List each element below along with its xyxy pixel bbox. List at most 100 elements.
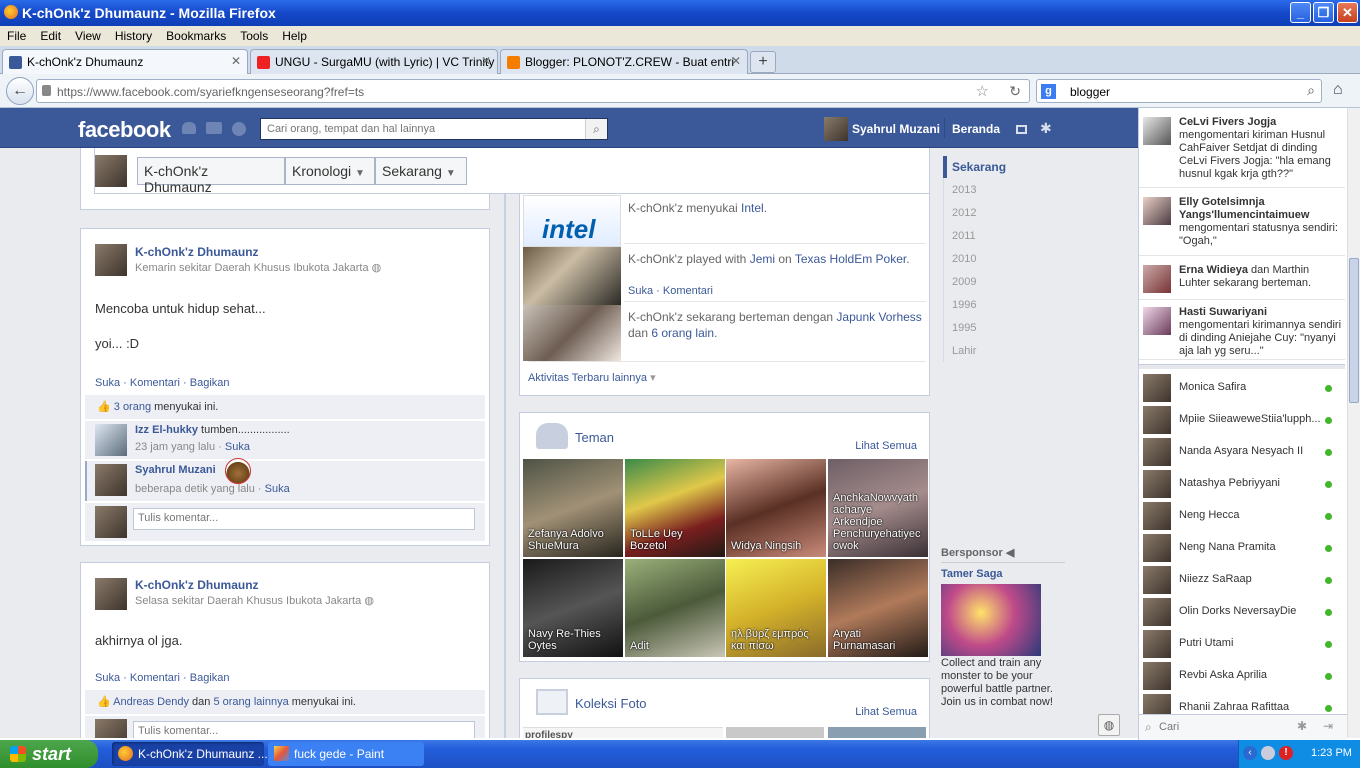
network-icon[interactable] (1261, 746, 1275, 760)
menu-bookmarks[interactable]: Bookmarks (159, 26, 233, 46)
friend-tile[interactable]: ToLLe Uey Bozetol (625, 459, 725, 557)
year-item[interactable]: Lahir (952, 345, 976, 357)
search-icon[interactable]: ⌕ (585, 119, 607, 139)
see-all-friends-link[interactable]: Lihat Semua (855, 440, 917, 452)
ticker-item[interactable]: Erna Widieya dan Marthin Luhter sekarang… (1139, 260, 1345, 300)
tab-youtube[interactable]: UNGU - SurgaMU (with Lyric) | VC Trinity… (250, 49, 498, 74)
period-dropdown[interactable]: Sekarang ▼ (375, 157, 467, 185)
intel-link[interactable]: Intel (741, 201, 764, 215)
tab-facebook[interactable]: K-chOnk'z Dhumaunz ✕ (2, 49, 248, 74)
six-others-link[interactable]: 6 orang lain (651, 326, 714, 340)
back-button[interactable]: ← (6, 77, 34, 105)
friend-requests-icon[interactable] (182, 122, 196, 134)
liker-link[interactable]: Andreas Dendy (113, 696, 189, 708)
year-item[interactable]: 2011 (952, 230, 976, 242)
like-link[interactable]: Suka (95, 377, 120, 389)
chat-friend[interactable]: Putri Utami (1139, 628, 1345, 660)
friend-tile[interactable]: Navy Re-Thies Oytes (523, 559, 623, 657)
commenter-link[interactable]: Syahrul Muzani (135, 464, 216, 476)
ad-title-link[interactable]: Tamer Saga (941, 568, 1003, 580)
section-dropdown[interactable]: Kronologi ▼ (285, 157, 375, 185)
reload-icon[interactable]: ↻ (1009, 83, 1021, 100)
chat-friend[interactable]: Niiezz SaRaap (1139, 564, 1345, 596)
facebook-logo[interactable]: facebook (78, 117, 171, 143)
japunk-link[interactable]: Japunk Vorhess (836, 310, 921, 324)
menu-file[interactable]: File (0, 26, 33, 46)
menu-tools[interactable]: Tools (233, 26, 275, 46)
menu-edit[interactable]: Edit (33, 26, 68, 46)
maximize-button[interactable]: ❐ (1313, 2, 1334, 23)
comment-input[interactable]: Tulis komentar... (133, 721, 475, 738)
see-all-photos-link[interactable]: Lihat Semua (855, 706, 917, 718)
menu-help[interactable]: Help (275, 26, 314, 46)
chat-friend[interactable]: Nanda Asyara Nesyach II (1139, 436, 1345, 468)
menu-view[interactable]: View (68, 26, 108, 46)
author-avatar[interactable] (95, 244, 127, 276)
scrollbar-thumb[interactable] (1349, 258, 1359, 403)
search-bar[interactable]: g blogger ⌕ (1036, 79, 1322, 103)
more-activity-link[interactable]: Aktivitas Terbaru lainnya ▾ (528, 371, 656, 384)
friend-tile[interactable]: Widya Ningsih (726, 459, 826, 557)
search-icon[interactable]: ⌕ (1307, 82, 1315, 99)
close-button[interactable]: ✕ (1337, 2, 1358, 23)
chat-scrollbar[interactable] (1347, 108, 1360, 738)
comment-link[interactable]: Komentari (130, 672, 180, 684)
close-tab-icon[interactable]: ✕ (731, 54, 741, 68)
friend-tile[interactable]: ηλ.βύρζ εμπρός και πίσω (726, 559, 826, 657)
photos-title-link[interactable]: Koleksi Foto (575, 696, 647, 711)
privacy-shortcuts-icon[interactable] (1016, 125, 1027, 134)
comment-input[interactable]: Tulis komentar... (133, 508, 475, 530)
address-bar[interactable]: https://www.facebook.com/syariefkngenses… (36, 79, 1030, 103)
like-link[interactable]: Suka (95, 672, 120, 684)
home-link[interactable]: Beranda (952, 122, 1000, 136)
profile-name-button[interactable]: K-chOnk'z Dhumaunz (137, 157, 285, 195)
photo-thumbnail[interactable] (828, 727, 926, 738)
year-item[interactable]: 2009 (952, 276, 976, 288)
profile-mini-avatar[interactable] (95, 155, 127, 187)
like-link[interactable]: Suka (628, 285, 653, 297)
chat-friend[interactable]: Monica Safira (1139, 372, 1345, 404)
profile-link[interactable]: Syahrul Muzani (852, 122, 940, 136)
chat-friend[interactable]: Neng Hecca (1139, 500, 1345, 532)
year-item[interactable]: 1996 (952, 299, 976, 311)
share-link[interactable]: Bagikan (190, 672, 230, 684)
tab-blogger[interactable]: Blogger: PLONOT'Z.CREW - Buat entri ✕ (500, 49, 748, 74)
chat-friend[interactable]: Olin Dorks NeversayDie (1139, 596, 1345, 628)
notifications-icon[interactable] (232, 122, 246, 136)
year-item[interactable]: 2013 (952, 184, 976, 196)
post-author-link[interactable]: K-chOnk'z Dhumaunz (135, 245, 259, 259)
photo-thumbnail[interactable] (726, 727, 824, 738)
friend-tile[interactable]: Zefanya Adolvo ShueMura (523, 459, 623, 557)
chat-friend[interactable]: Revbi Aska Aprilia (1139, 660, 1345, 692)
chat-search-input[interactable]: Cari (1159, 721, 1179, 733)
menu-history[interactable]: History (108, 26, 159, 46)
comment-like-link[interactable]: Suka (265, 483, 290, 495)
messages-icon[interactable] (206, 122, 222, 134)
year-now[interactable]: Sekarang (952, 160, 1006, 174)
ad-image[interactable] (941, 584, 1041, 656)
home-icon[interactable]: ⌂ (1333, 81, 1343, 99)
comment-link[interactable]: Komentari (663, 285, 713, 297)
comment-like-link[interactable]: Suka (225, 441, 250, 453)
gear-icon[interactable]: ✱ (1040, 120, 1052, 137)
texas-holdem-link[interactable]: Texas HoldEm Poker (795, 252, 906, 266)
jemi-link[interactable]: Jemi (750, 252, 775, 266)
friend-tile[interactable]: Aryati Purnamasari (828, 559, 928, 657)
friends-title-link[interactable]: Teman (575, 430, 614, 445)
chat-friend[interactable]: Mpiie SiieawewеStiia'lupph... (1139, 404, 1345, 436)
chat-friend[interactable]: Natashya Pebriyyani (1139, 468, 1345, 500)
gear-icon[interactable]: ✱ (1297, 719, 1307, 733)
commenter-avatar[interactable] (95, 424, 127, 456)
author-avatar[interactable] (95, 578, 127, 610)
likers-link[interactable]: 3 orang (114, 401, 151, 413)
start-button[interactable]: start (0, 740, 98, 768)
ticker-item[interactable]: Elly Gotelsimnja Yangs'llumencintaimuew m… (1139, 192, 1345, 256)
others-link[interactable]: 5 orang lainnya (213, 696, 288, 708)
comment-link[interactable]: Komentari (130, 377, 180, 389)
chat-friend[interactable]: Rhanii Zahraa Rafittaa (1139, 692, 1345, 714)
user-avatar[interactable] (824, 117, 848, 141)
year-item[interactable]: 1995 (952, 322, 976, 334)
year-item[interactable]: 2010 (952, 253, 976, 265)
chat-friend[interactable]: Neng Nana Pramita (1139, 532, 1345, 564)
commenter-avatar[interactable] (95, 464, 127, 496)
